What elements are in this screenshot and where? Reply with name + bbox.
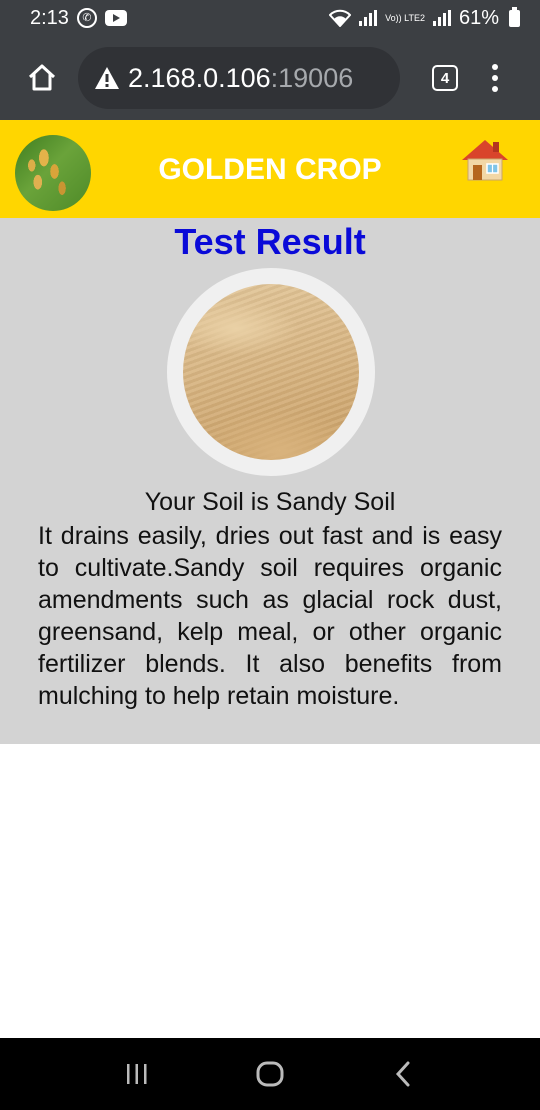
- soil-type-text: Your Soil is Sandy Soil: [144, 488, 396, 516]
- back-nav-button[interactable]: [383, 1054, 423, 1094]
- system-nav-bar: [0, 1038, 540, 1110]
- home-nav-button[interactable]: [250, 1054, 290, 1094]
- soil-description: It drains easily, dries out fast and is …: [38, 522, 502, 710]
- status-bar: 2:13 ✆ Vo)) LTE2 61%: [0, 0, 540, 36]
- url-bar[interactable]: 2.168.0.106:19006: [78, 47, 400, 109]
- back-chevron-icon: [396, 1061, 410, 1087]
- signal-2-icon: [432, 10, 451, 26]
- status-time: 2:13: [30, 6, 69, 29]
- warning-icon: [94, 66, 120, 90]
- browser-toolbar: 2.168.0.106:19006 4: [0, 36, 540, 120]
- browser-home-button[interactable]: [20, 56, 64, 100]
- home-circle-icon: [256, 1061, 284, 1087]
- status-right: Vo)) LTE2 61%: [329, 6, 520, 30]
- whatsapp-icon: ✆: [76, 8, 97, 28]
- browser-menu-button[interactable]: [486, 58, 504, 98]
- youtube-icon: [104, 10, 127, 26]
- page-title: Test Result: [174, 221, 366, 262]
- result-panel: Test Result Your Soil is Sandy Soil It d…: [0, 218, 540, 744]
- battery-icon: [509, 6, 520, 27]
- status-left: 2:13 ✆: [30, 7, 127, 30]
- menu-dot: [492, 86, 498, 92]
- recent-apps-button[interactable]: [117, 1054, 157, 1094]
- menu-dot: [492, 64, 498, 70]
- app-title: GOLDEN CROP: [158, 153, 382, 186]
- house-icon[interactable]: [460, 138, 510, 187]
- recent-apps-icon: [126, 1064, 147, 1084]
- url-port: :19006: [270, 62, 354, 93]
- sandy-soil-image: [183, 284, 359, 460]
- home-outline-icon: [28, 64, 56, 91]
- menu-dot: [492, 75, 498, 81]
- network-label: Vo)) LTE2: [385, 12, 425, 23]
- signal-1-icon: [359, 10, 378, 26]
- tab-switcher-button[interactable]: 4: [432, 65, 458, 91]
- wifi-icon: [329, 9, 352, 27]
- app-header: GOLDEN CROP: [0, 120, 540, 218]
- url-host: 2.168.0.106: [128, 62, 271, 93]
- battery-percent: 61%: [458, 6, 499, 29]
- soil-image-frame: [167, 268, 375, 476]
